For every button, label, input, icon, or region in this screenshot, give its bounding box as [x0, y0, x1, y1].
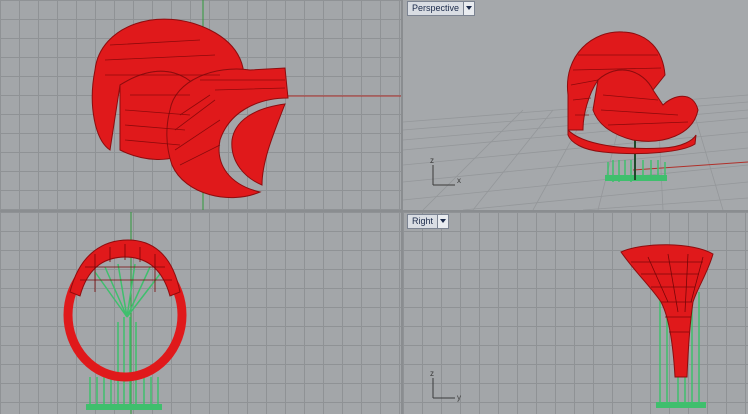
axis-indicator-perspective — [432, 165, 455, 186]
viewport-title: Perspective — [412, 3, 460, 13]
viewport-tab-perspective[interactable]: Perspective — [407, 1, 476, 16]
axis-label-y: y — [457, 393, 461, 402]
viewport-tab-right[interactable]: Right — [407, 214, 450, 229]
viewport-right[interactable]: Right z y — [403, 212, 748, 414]
support-structure — [86, 263, 162, 410]
perspective-view-canvas: z x — [403, 31, 748, 210]
axis-label-z: z — [430, 369, 434, 378]
axis-label-z: z — [430, 156, 434, 165]
chevron-down-icon[interactable] — [437, 215, 449, 228]
ring-model-perspective — [566, 31, 699, 155]
axis-indicator-right — [432, 378, 455, 399]
viewport-title: Right — [412, 216, 434, 226]
chevron-down-icon[interactable] — [463, 2, 475, 15]
front-view-canvas — [63, 212, 187, 414]
right-view-canvas: z y — [430, 244, 714, 408]
viewport-top[interactable] — [0, 0, 401, 210]
viewport-perspective[interactable]: Perspective z x — [403, 0, 748, 210]
axis-label-x: x — [457, 176, 461, 185]
top-view-canvas — [91, 0, 401, 210]
viewport-front[interactable] — [0, 212, 401, 414]
